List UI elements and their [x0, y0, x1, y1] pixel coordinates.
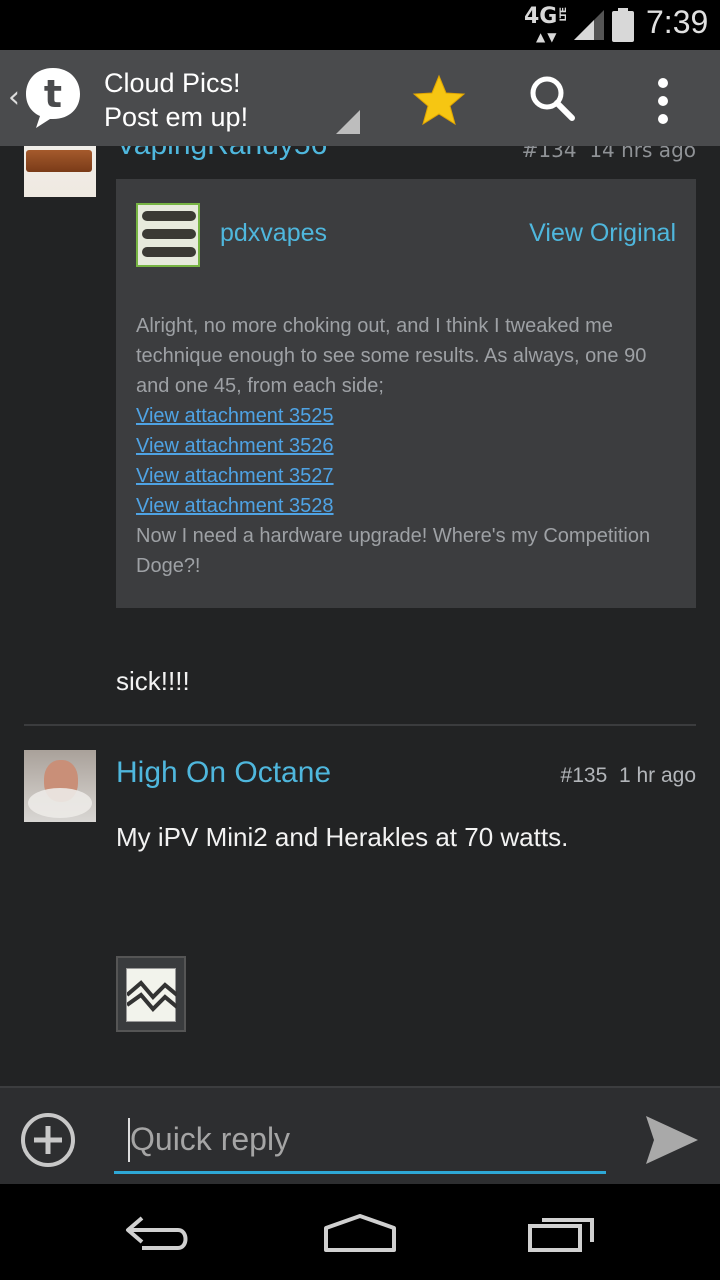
send-icon[interactable] — [644, 1114, 700, 1166]
home-icon[interactable] — [322, 1212, 398, 1254]
post-body: My iPV Mini2 and Herakles at 70 watts. — [116, 822, 569, 852]
view-original-link[interactable]: View Original — [529, 219, 676, 248]
title-line-2: Post em up! — [104, 102, 249, 132]
back-icon[interactable] — [122, 1212, 194, 1254]
action-bar: ‹ t Cloud Pics! Post em up! — [0, 50, 720, 146]
quote-text-outro: Now I need a hardware upgrade! Where's m… — [136, 525, 651, 577]
overflow-menu-icon[interactable] — [650, 74, 676, 124]
post-time: 14 hrs ago — [589, 146, 696, 162]
attachment-link[interactable]: View attachment 3527 — [136, 461, 684, 491]
quote-text: Alright, no more choking out, and I thin… — [136, 311, 684, 581]
star-icon[interactable] — [410, 72, 468, 130]
broken-image-icon[interactable] — [116, 956, 186, 1032]
quick-reply-input[interactable] — [114, 1108, 606, 1174]
dropdown-triangle-icon[interactable] — [336, 110, 360, 134]
post-meta: #135 1 hr ago — [561, 764, 696, 788]
battery-icon — [612, 8, 634, 42]
quote-block: pdxvapes View Original Alright, no more … — [116, 179, 696, 608]
quote-avatar[interactable] — [136, 203, 200, 267]
search-icon[interactable] — [526, 72, 578, 124]
tapatalk-logo-icon[interactable]: t — [22, 64, 84, 130]
avatar[interactable] — [24, 146, 96, 197]
post-divider — [24, 724, 696, 726]
thread-title[interactable]: Cloud Pics! Post em up! — [104, 66, 248, 134]
text-cursor — [128, 1118, 130, 1162]
quote-username[interactable]: pdxvapes — [220, 219, 327, 248]
quick-reply-bar — [0, 1086, 720, 1184]
status-bar: 4G LTE ▲▼ 7:39 — [0, 0, 720, 50]
post-time: 1 hr ago — [618, 764, 696, 787]
network-indicator: 4G LTE ▲▼ — [524, 4, 572, 44]
up-navigation-icon[interactable]: ‹ — [8, 80, 20, 115]
post-username[interactable]: VapingRandy56 — [116, 146, 327, 162]
network-type: 4G — [524, 4, 558, 29]
add-attachment-icon[interactable] — [20, 1112, 76, 1168]
recent-apps-icon[interactable] — [526, 1212, 598, 1254]
avatar[interactable] — [24, 750, 96, 822]
system-nav-bar — [0, 1184, 720, 1280]
post-number: #134 — [521, 146, 577, 162]
network-sub: LTE — [559, 8, 569, 22]
title-line-1: Cloud Pics! — [104, 68, 241, 98]
post-meta: #134 14 hrs ago — [522, 146, 696, 162]
clock: 7:39 — [646, 4, 709, 40]
signal-icon — [574, 10, 604, 40]
post-list[interactable]: VapingRandy56 #134 14 hrs ago pdxvapes V… — [0, 146, 720, 1086]
post-body: sick!!!! — [116, 666, 190, 696]
attachment-link[interactable]: View attachment 3528 — [136, 491, 684, 521]
logo-letter: t — [44, 72, 62, 116]
attachment-link[interactable]: View attachment 3525 — [136, 401, 684, 431]
quote-text-intro: Alright, no more choking out, and I thin… — [136, 315, 647, 397]
post-username[interactable]: High On Octane — [116, 756, 331, 790]
data-arrows-icon: ▲▼ — [536, 30, 559, 44]
attachment-link[interactable]: View attachment 3526 — [136, 431, 684, 461]
post-number: #135 — [560, 764, 608, 787]
